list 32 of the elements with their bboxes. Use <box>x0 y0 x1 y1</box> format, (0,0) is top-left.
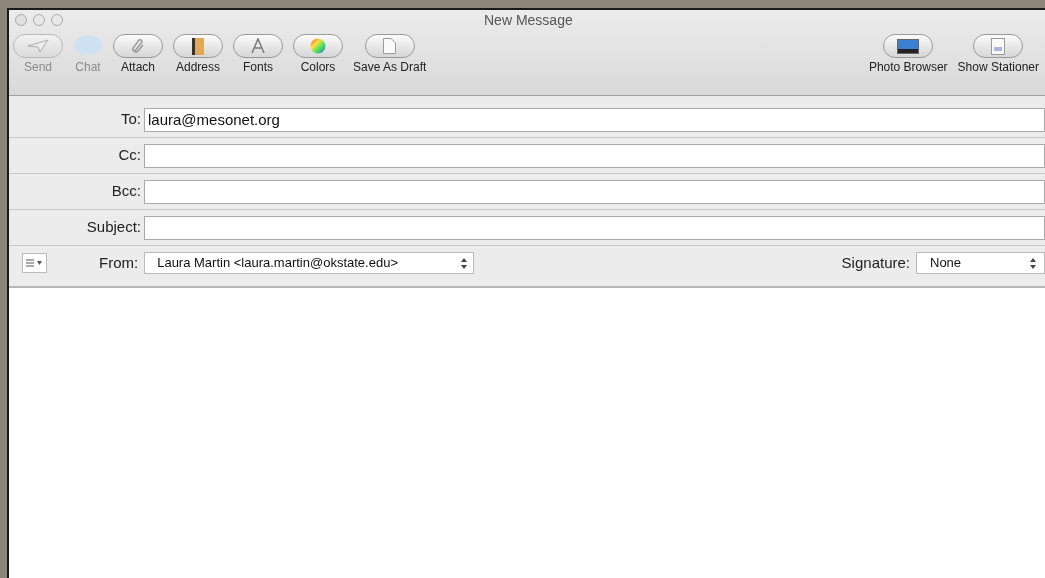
signature-select[interactable]: None <box>916 252 1045 274</box>
zoom-button[interactable] <box>51 14 63 26</box>
address-book-icon <box>192 37 204 55</box>
stepper-icon <box>461 257 468 269</box>
minimize-button[interactable] <box>33 14 45 26</box>
options-menu-button[interactable] <box>22 253 47 273</box>
field-label: Signature: <box>841 252 911 273</box>
paperclip-icon <box>131 38 145 54</box>
color-wheel-icon <box>310 38 326 54</box>
field-label: From: <box>99 252 140 273</box>
field-label: Bcc: <box>110 181 142 202</box>
address-field[interactable]: laura@mesonet.org <box>144 107 1045 132</box>
document-icon <box>383 38 397 54</box>
speech-bubble-icon <box>73 34 103 58</box>
field-label: To: <box>120 109 142 130</box>
address-field[interactable] <box>144 179 1045 204</box>
stepper-icon <box>1030 257 1036 269</box>
field-label: Cc: <box>117 145 142 166</box>
stationery-icon <box>991 37 1006 55</box>
address-field[interactable] <box>144 215 1045 240</box>
field-label: Subject: <box>85 217 142 238</box>
photo-icon <box>897 38 920 54</box>
window-title: New Message <box>484 10 573 30</box>
toolbar-button[interactable]: Photo Browser <box>866 34 950 73</box>
list-caret-icon <box>26 259 43 267</box>
close-button[interactable] <box>15 14 27 26</box>
address-field[interactable] <box>144 143 1045 168</box>
toolbar-button[interactable]: Save As Draft <box>351 34 429 73</box>
toolbar-button[interactable]: Show Stationer <box>955 34 1041 73</box>
font-icon <box>250 38 266 54</box>
paper-plane-icon <box>27 39 49 53</box>
from-select[interactable]: Laura Martin <laura.martin@okstate.edu> <box>144 252 475 274</box>
